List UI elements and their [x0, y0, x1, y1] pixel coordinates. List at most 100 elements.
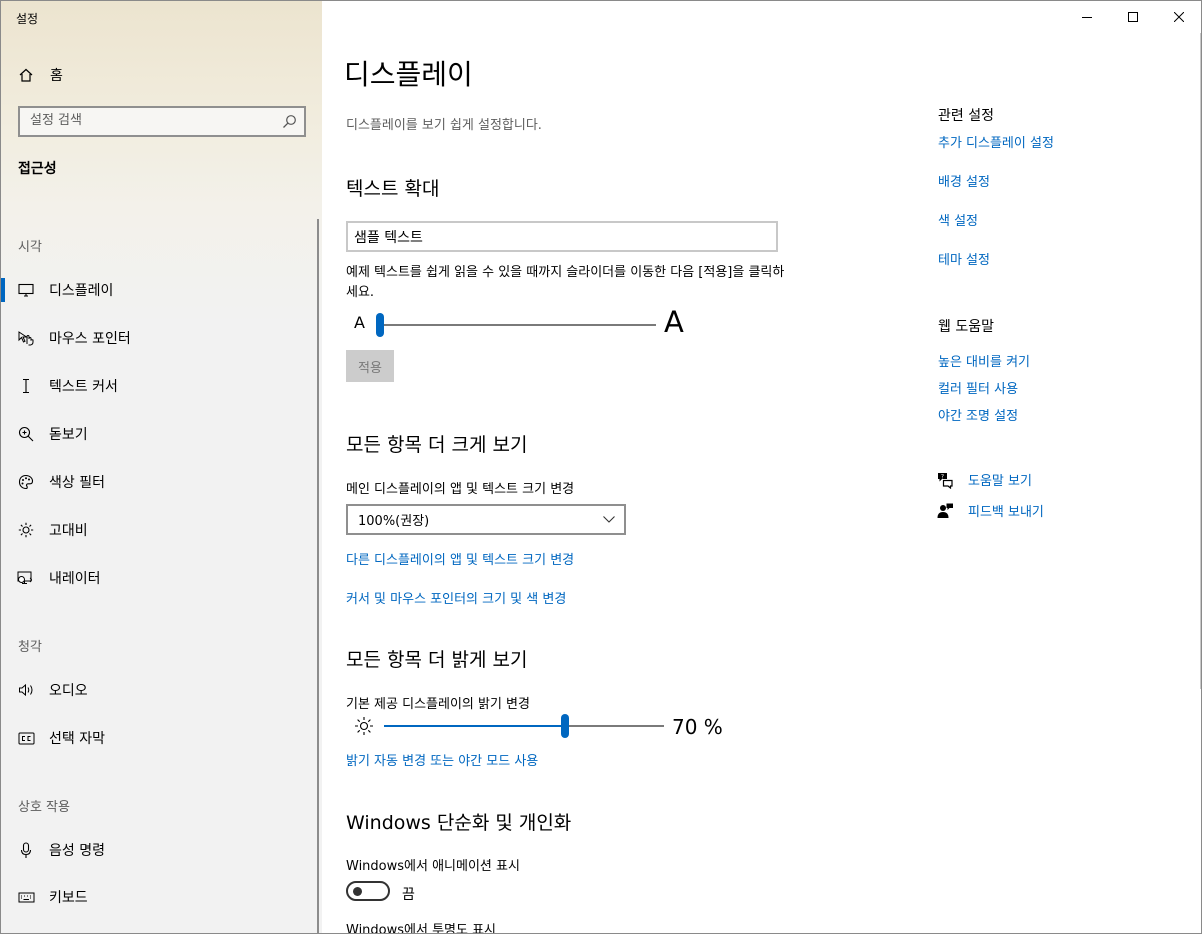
apply-button[interactable]: 적용: [346, 350, 394, 382]
sidebar-item-label: 음성 명령: [49, 843, 105, 859]
minimize-icon: [1082, 17, 1092, 18]
sidebar-item-keyboard[interactable]: 키보드: [1, 877, 319, 917]
close-button[interactable]: [1156, 1, 1201, 33]
mouse-pointer-icon: [17, 330, 35, 346]
microphone-icon: [17, 841, 35, 859]
text-size-heading: 텍스트 확대: [346, 178, 440, 200]
text-size-slider-thumb[interactable]: [376, 313, 384, 337]
settings-window: 설정 홈 접근성 시각 디스플레이 마우스 포인터: [0, 0, 1202, 934]
brightness-slider-thumb[interactable]: [561, 714, 569, 738]
get-help-link[interactable]: 도움말 보기: [968, 470, 1032, 489]
page-description: 디스플레이를 보기 쉽게 설정합니다.: [346, 118, 542, 133]
sun-icon: [17, 522, 35, 538]
feedback-link[interactable]: 피드백 보내기: [968, 501, 1044, 520]
group-label-hearing: 청각: [18, 640, 42, 655]
animation-label: Windows에서 애니메이션 표시: [346, 859, 520, 874]
big-a-label: A: [664, 305, 684, 339]
sidebar-item-speech[interactable]: 음성 명령: [1, 830, 319, 870]
scale-dropdown[interactable]: 100%(권장): [346, 504, 626, 535]
get-help-row[interactable]: ? 도움말 보기: [936, 470, 1032, 489]
sidebar-item-captions[interactable]: 선택 자막: [1, 718, 319, 758]
sidebar-item-magnifier[interactable]: 돋보기: [1, 414, 319, 454]
close-icon: [1174, 12, 1184, 22]
sidebar-item-mouse-pointer[interactable]: 마우스 포인터: [1, 318, 319, 358]
maximize-icon: [1128, 12, 1138, 22]
help-chat-icon: ?: [936, 471, 954, 489]
web-help-link-night-light[interactable]: 야간 조명 설정: [938, 405, 1018, 424]
sidebar-item-audio[interactable]: 오디오: [1, 670, 319, 710]
small-a-label: A: [354, 313, 365, 332]
text-cursor-icon: [17, 378, 35, 394]
sidebar-item-label: 돋보기: [49, 427, 88, 443]
main-content: 디스플레이 디스플레이를 보기 쉽게 설정합니다. 텍스트 확대 샘플 텍스트 …: [322, 1, 1201, 934]
search-icon: [282, 114, 297, 133]
feedback-row[interactable]: 피드백 보내기: [936, 501, 1044, 520]
brightness-label: 기본 제공 디스플레이의 밝기 변경: [346, 697, 530, 712]
related-link-extra-display[interactable]: 추가 디스플레이 설정: [938, 132, 1054, 151]
sidebar-item-high-contrast[interactable]: 고대비: [1, 510, 319, 550]
caption-icon: [17, 732, 35, 745]
magnifier-icon: [17, 426, 35, 442]
sidebar-item-color-filter[interactable]: 색상 필터: [1, 462, 319, 502]
web-help-link-contrast[interactable]: 높은 대비를 켜기: [938, 351, 1030, 370]
animation-toggle[interactable]: [346, 881, 390, 901]
brightness-icon: [354, 716, 374, 740]
sidebar-item-label: 키보드: [49, 890, 88, 906]
home-label: 홈: [50, 68, 63, 84]
brightness-value: 70 %: [672, 715, 723, 739]
toggle-knob: [353, 887, 362, 896]
make-brighter-heading: 모든 항목 더 밝게 보기: [346, 649, 528, 671]
app-title: 설정: [16, 12, 39, 26]
sidebar: 설정 홈 접근성 시각 디스플레이 마우스 포인터: [1, 1, 322, 933]
group-label-vision: 시각: [18, 240, 42, 255]
category-title: 접근성: [18, 161, 57, 177]
other-display-scale-link[interactable]: 다른 디스플레이의 앱 및 텍스트 크기 변경: [346, 549, 574, 568]
sidebar-item-label: 내레이터: [49, 571, 101, 587]
home-link[interactable]: 홈: [18, 63, 63, 87]
speaker-icon: [17, 682, 35, 698]
web-help-heading: 웹 도움말: [938, 319, 994, 335]
related-link-color[interactable]: 색 설정: [938, 210, 978, 229]
transparency-label: Windows에서 투명도 표시: [346, 923, 497, 934]
sidebar-item-label: 선택 자막: [49, 731, 105, 747]
cursor-pointer-size-link[interactable]: 커서 및 마우스 포인터의 크기 및 색 변경: [346, 588, 566, 607]
web-help-link-color-filter[interactable]: 컬러 필터 사용: [938, 378, 1018, 397]
sidebar-item-narrator[interactable]: 내레이터: [1, 558, 319, 598]
make-bigger-heading: 모든 항목 더 크게 보기: [346, 434, 528, 456]
monitor-icon: [17, 283, 35, 297]
home-icon: [18, 67, 36, 83]
window-controls: [1064, 1, 1201, 33]
text-size-slider-track[interactable]: [378, 324, 656, 326]
scale-label: 메인 디스플레이의 앱 및 텍스트 크기 변경: [346, 482, 575, 497]
search-box[interactable]: [18, 106, 306, 137]
svg-text:?: ?: [941, 473, 944, 480]
related-link-theme[interactable]: 테마 설정: [938, 249, 990, 268]
sample-text-box: 샘플 텍스트: [346, 221, 778, 252]
sidebar-item-label: 마우스 포인터: [49, 331, 131, 347]
maximize-button[interactable]: [1110, 1, 1156, 33]
active-indicator: [1, 278, 5, 302]
auto-brightness-link[interactable]: 밝기 자동 변경 또는 야간 모드 사용: [346, 750, 538, 769]
search-input[interactable]: [30, 113, 270, 128]
sidebar-item-label: 오디오: [49, 683, 88, 699]
palette-icon: [17, 474, 35, 490]
sidebar-item-label: 텍스트 커서: [49, 379, 118, 395]
sidebar-scrollbar[interactable]: [317, 219, 319, 933]
sidebar-item-label: 고대비: [49, 523, 88, 539]
brightness-slider-fill: [384, 725, 565, 727]
chevron-down-icon: [602, 512, 616, 530]
sidebar-item-label: 색상 필터: [49, 475, 105, 491]
scale-selected-value: 100%(권장): [358, 514, 430, 529]
related-settings-heading: 관련 설정: [938, 108, 994, 124]
feedback-icon: [936, 502, 954, 520]
page-title: 디스플레이: [344, 58, 473, 91]
keyboard-icon: [17, 892, 35, 903]
animation-toggle-state: 끔: [402, 887, 415, 903]
group-label-interaction: 상호 작용: [18, 800, 70, 815]
sidebar-item-text-cursor[interactable]: 텍스트 커서: [1, 366, 319, 406]
text-size-note: 예제 텍스트를 쉽게 읽을 수 있을 때까지 슬라이더를 이동한 다음 [적용]…: [346, 265, 785, 300]
related-link-background[interactable]: 배경 설정: [938, 171, 990, 190]
minimize-button[interactable]: [1064, 1, 1110, 33]
sidebar-item-display[interactable]: 디스플레이: [1, 270, 319, 310]
narrator-icon: [17, 570, 35, 586]
